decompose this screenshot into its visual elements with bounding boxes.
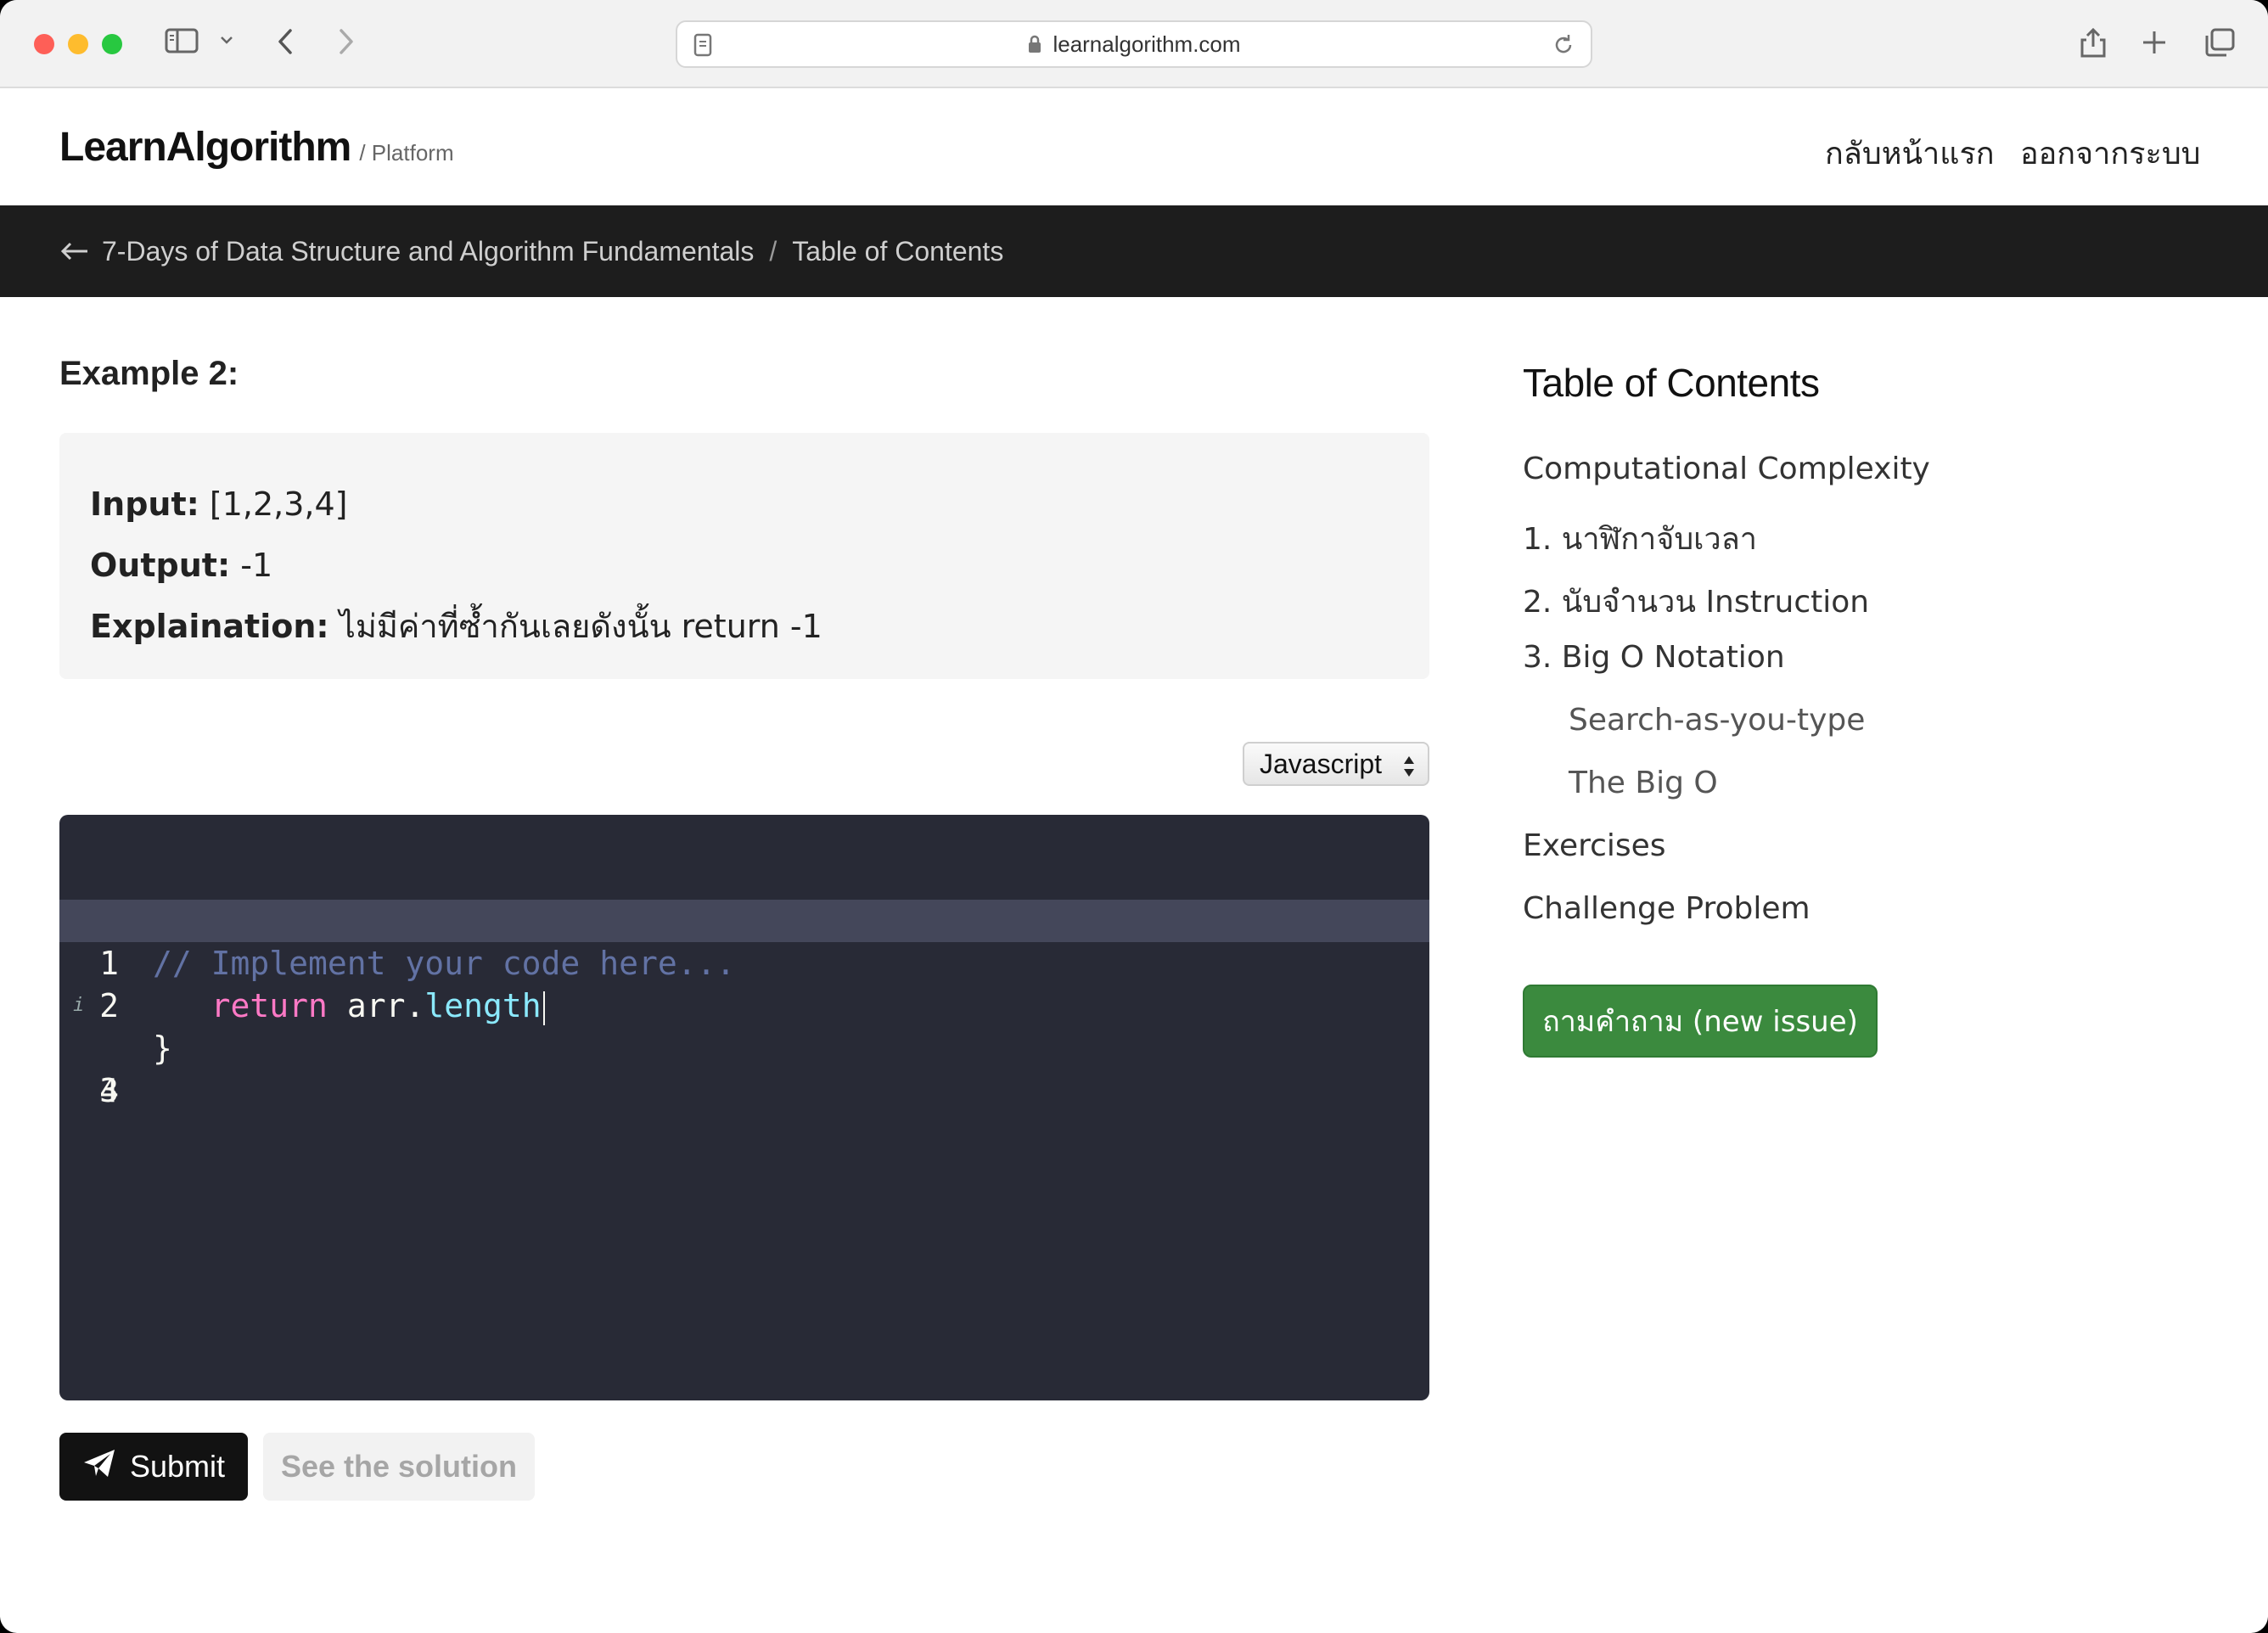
toc-item-complexity[interactable]: Computational Complexity [1523, 452, 1930, 486]
reload-icon[interactable] [1552, 32, 1575, 62]
breadcrumb-current[interactable]: Table of Contents [792, 236, 1003, 267]
code-editor[interactable]: 1 ▾ function findDuplicateNumber(arr) { … [59, 815, 1429, 1400]
submit-label: Submit [129, 1449, 226, 1484]
input-label: Input: [90, 485, 199, 523]
toc-item-stopwatch[interactable]: 1. นาฬิกาจับเวลา [1523, 514, 1757, 563]
toc-item-search-as-you-type[interactable]: Search-as-you-type [1569, 703, 1865, 738]
logo-title: LearnAlgorithm [59, 125, 351, 170]
example-title: Example 2: [59, 355, 239, 392]
language-select-value: Javascript [1260, 748, 1383, 779]
chevron-down-icon[interactable] [219, 34, 234, 46]
minimize-window-button[interactable] [68, 34, 88, 54]
share-icon[interactable] [2078, 25, 2108, 59]
code-line[interactable]: 4 } [59, 942, 1429, 1109]
example-explanation-line: Explaination: ไม่มีค่าที่ซ้ำกันเลยดังนั้… [90, 596, 1399, 657]
text-cursor [542, 990, 545, 1025]
send-icon [82, 1448, 116, 1486]
url-text: learnalgorithm.com [1053, 31, 1241, 57]
breadcrumb: 7-Days of Data Structure and Algorithm F… [0, 205, 2268, 297]
browser-window: learnalgorithm.com LearnAlgorithm / Plat… [0, 0, 2268, 1633]
line-number: 4 [99, 1072, 119, 1109]
breadcrumb-course-link[interactable]: 7-Days of Data Structure and Algorithm F… [102, 236, 754, 267]
explanation-value: ไม่มีค่าที่ซ้ำกันเลยดังนั้น return -1 [339, 608, 822, 645]
logo-subtitle: / Platform [359, 140, 454, 166]
site-header: LearnAlgorithm / Platform กลับหน้าแรก ออ… [0, 90, 2268, 205]
toc-item-challenge[interactable]: Challenge Problem [1523, 891, 1810, 926]
see-solution-button[interactable]: See the solution [263, 1433, 535, 1501]
example-box: Input: [1,2,3,4] Output: -1 Explaination… [59, 433, 1429, 679]
nav-home-link[interactable]: กลับหน้าแรก [1825, 129, 1995, 177]
browser-toolbar: learnalgorithm.com [0, 0, 2268, 88]
gutter: 4 [59, 1027, 144, 1109]
language-select[interactable]: Javascript [1243, 742, 1429, 786]
token-keyword: return [211, 987, 328, 1024]
close-window-button[interactable] [34, 34, 54, 54]
code-line[interactable]: 2 // Implement your code here... [59, 857, 1429, 1024]
code-line-active[interactable]: i 3 return arr.length [59, 900, 1429, 1109]
output-value: -1 [240, 547, 273, 584]
select-arrows-icon [1402, 754, 1416, 785]
back-arrow-icon[interactable] [275, 27, 295, 56]
token-brace: } [153, 1030, 172, 1067]
toc-item-instructions[interactable]: 2. นับจำนวน Instruction [1523, 577, 1869, 626]
token-identifier: arr. [346, 987, 425, 1024]
submit-button[interactable]: Submit [59, 1433, 248, 1501]
ask-question-button[interactable]: ถามคำถาม (new issue) [1523, 985, 1878, 1058]
back-arrow-icon[interactable] [59, 241, 90, 261]
zoom-window-button[interactable] [102, 34, 122, 54]
new-tab-icon[interactable] [2141, 29, 2168, 56]
breadcrumb-separator: / [769, 235, 778, 267]
tab-overview-icon[interactable] [2203, 27, 2236, 58]
example-output-line: Output: -1 [90, 535, 1399, 596]
code-text: } [153, 1027, 172, 1069]
lock-icon [1027, 34, 1042, 54]
logo[interactable]: LearnAlgorithm / Platform [59, 124, 454, 171]
output-label: Output: [90, 547, 231, 584]
token-property: length [424, 987, 542, 1024]
address-bar[interactable]: learnalgorithm.com [676, 20, 1592, 68]
nav-logout-link[interactable]: ออกจากระบบ [2020, 129, 2201, 177]
toc-item-big-o-notation[interactable]: 3. Big O Notation [1523, 640, 1785, 675]
forward-arrow-icon[interactable] [336, 27, 356, 56]
page-icon [693, 32, 713, 62]
example-input-line: Input: [1,2,3,4] [90, 474, 1399, 535]
input-value: [1,2,3,4] [209, 485, 348, 523]
toc-title: Table of Contents [1523, 361, 1820, 405]
toc-item-the-big-o[interactable]: The Big O [1569, 766, 1718, 800]
toc-item-exercises[interactable]: Exercises [1523, 828, 1666, 863]
explanation-label: Explaination: [90, 608, 329, 645]
code-text: return arr.length [153, 985, 545, 1027]
sidebar-toggle-icon[interactable] [165, 27, 199, 54]
code-line[interactable]: 1 ▾ function findDuplicateNumber(arr) { [59, 815, 1429, 982]
